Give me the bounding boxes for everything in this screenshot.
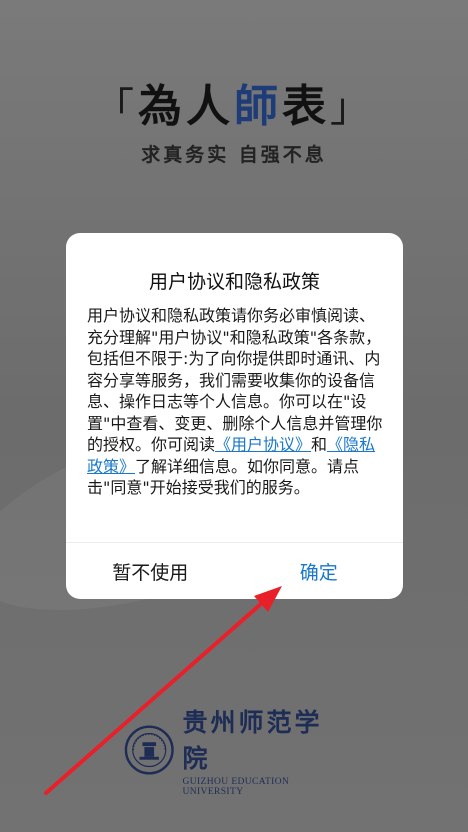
confirm-button[interactable]: 确定 xyxy=(235,543,404,599)
logo-text: 贵州师范学院 GUIZHOU EDUCATION UNIVERSITY xyxy=(182,703,348,797)
logo-name-en: GUIZHOU EDUCATION UNIVERSITY xyxy=(182,777,290,797)
dialog-body: 用户协议和隐私政策请你务必审慎阅读、充分理解"用户协议"和隐私政策"各条款，包括… xyxy=(87,305,387,499)
slogan-part-c: 表 xyxy=(282,81,330,132)
logo-name-cn: 贵州师范学院 xyxy=(182,708,323,773)
slogan-part-b: 師 xyxy=(234,81,282,132)
university-seal-icon xyxy=(124,725,174,775)
dialog-actions: 暂不使用 确定 xyxy=(66,542,403,599)
slogan-close-bracket: 」 xyxy=(330,85,374,131)
dialog-body-text: 用户协议和隐私政策请你务必审慎阅读、充分理解"用户协议"和隐私政策"各条款，包括… xyxy=(87,306,383,454)
slogan-open-bracket: 「 xyxy=(94,85,138,131)
slogan-title: 「為人師表」 xyxy=(0,70,468,134)
slogan: 「為人師表」 求真务实 自强不息 xyxy=(0,70,468,167)
slogan-motto: 求真务实 自强不息 xyxy=(141,144,327,166)
dialog-body-and: 和 xyxy=(311,435,328,454)
cancel-button[interactable]: 暂不使用 xyxy=(66,543,235,599)
slogan-part-a: 為人 xyxy=(138,81,234,132)
privacy-dialog: 用户协议和隐私政策 用户协议和隐私政策请你务必审慎阅读、充分理解"用户协议"和隐… xyxy=(66,233,403,599)
university-logo: 贵州师范学院 GUIZHOU EDUCATION UNIVERSITY xyxy=(124,708,348,797)
user-agreement-link[interactable]: 《用户协议》 xyxy=(215,435,311,454)
dialog-title: 用户协议和隐私政策 xyxy=(148,271,320,293)
